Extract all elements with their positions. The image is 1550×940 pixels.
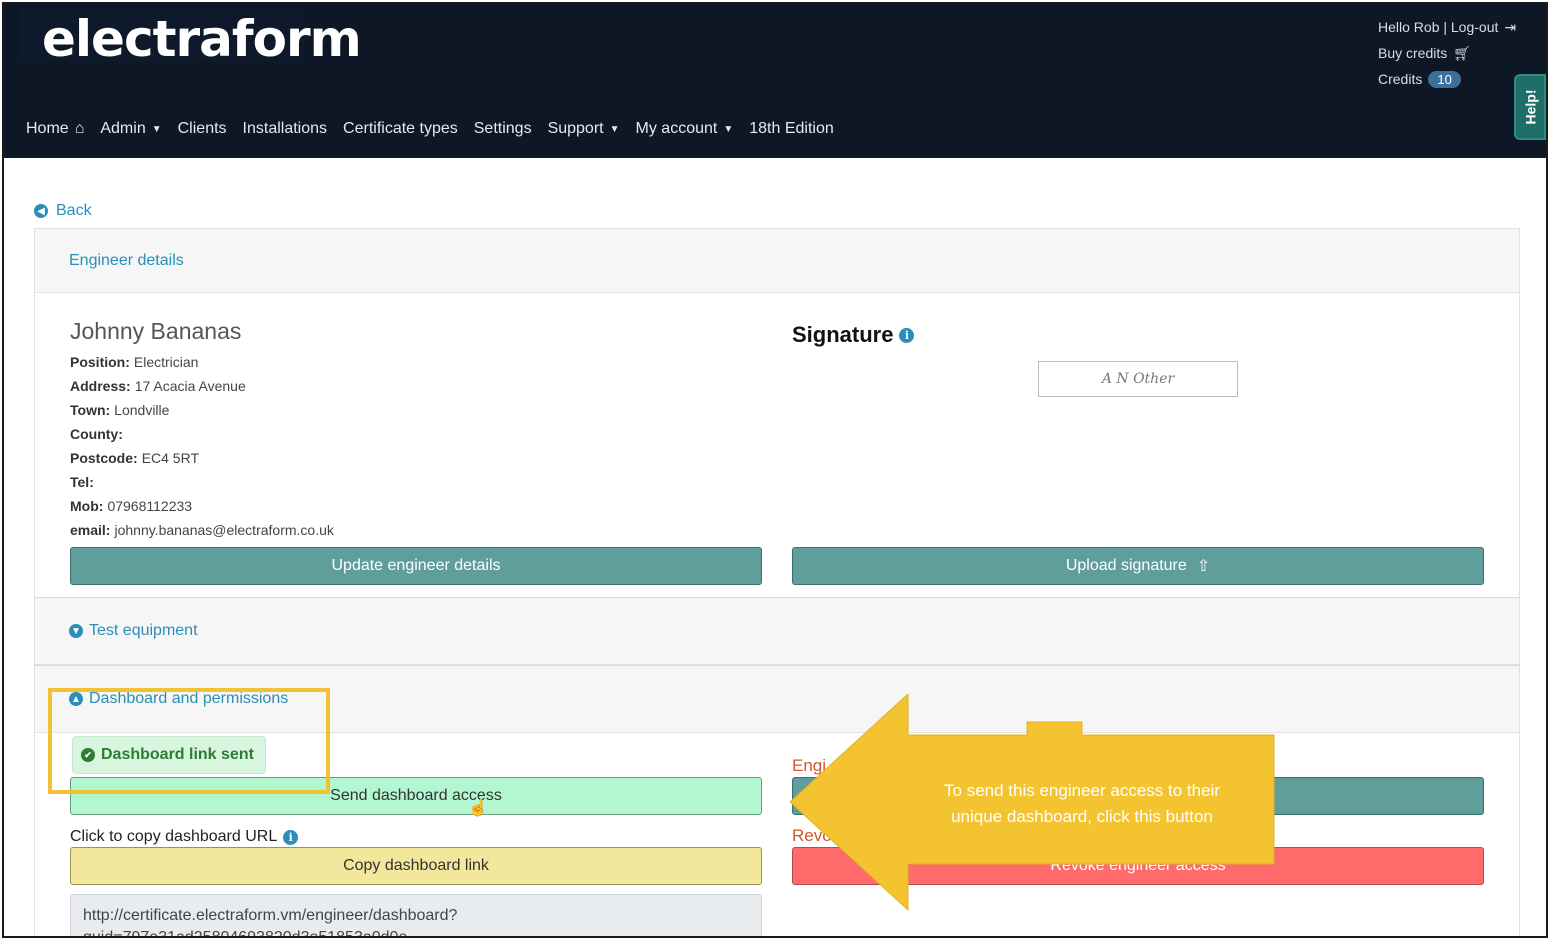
detail-tel: Tel: [70,470,334,494]
copy-url-text: Click to copy dashboard URL [70,828,278,845]
detail-label: email: [70,522,111,538]
logo-container[interactable]: electraform [20,6,362,68]
signature-title-text: Signature [792,322,894,347]
info-icon[interactable]: i [283,829,299,845]
engineer-details-header[interactable]: Engineer details [35,229,1519,293]
detail-value: 17 Acacia Avenue [134,378,246,394]
arrow-left-circle-icon: ◀ [34,204,48,218]
detail-label: Town: [70,402,111,418]
hand-cursor-icon: ☝ [468,800,488,817]
callout-text-line2: unique dashboard, click this button [951,807,1213,826]
help-tab[interactable]: Help! [1514,74,1546,140]
detail-label: Position: [70,354,130,370]
back-link[interactable]: ◀ Back [34,202,92,220]
nav-my-account[interactable]: My account ▼ [636,120,734,138]
detail-value: Londville [114,402,170,418]
home-icon: ⌂ [74,120,85,137]
nav-installations[interactable]: Installations [243,120,328,138]
back-label: Back [56,202,92,219]
test-equipment-title: Test equipment [89,622,198,639]
detail-postcode: Postcode: EC4 5RT [70,446,334,470]
detail-town: Town: Londville [70,398,334,422]
nav-support[interactable]: Support ▼ [548,120,620,138]
logout-icon: ⇥ [1504,18,1517,35]
nav-certificate-types[interactable]: Certificate types [343,120,458,138]
detail-label: Mob: [70,498,104,514]
nav-home-label: Home [26,120,69,137]
user-greeting-row[interactable]: Hello Rob | Log-out ⇥ [1378,14,1538,40]
button-label: Update engineer details [331,557,501,574]
greeting-text: Hello Rob | Log-out [1378,19,1499,35]
signature-title: Signature i [792,322,915,348]
main-nav: Home ⌂ Admin ▼ Clients Installations Certi… [26,120,834,138]
top-header: electraform Hello Rob | Log-out ⇥ Buy cr… [4,4,1546,158]
test-equipment-header[interactable]: ▼ Test equipment [35,597,1519,665]
caret-down-icon: ▼ [609,123,620,135]
nav-my-account-label: My account [635,120,718,137]
detail-value: Electrician [133,354,199,370]
help-tab-label: Help! [1522,89,1538,125]
info-icon[interactable]: i [899,327,915,343]
detail-county: County: [70,422,334,446]
upload-icon: ⇧ [1196,558,1211,575]
detail-label: County: [70,426,123,442]
buy-credits-link[interactable]: Buy credits 🛒︎ [1378,40,1538,66]
nav-admin[interactable]: Admin ▼ [100,120,161,138]
caret-down-icon: ▼ [151,123,162,135]
nav-settings[interactable]: Settings [474,120,532,138]
detail-label: Tel: [70,474,94,490]
caret-down-icon: ▼ [723,123,734,135]
detail-value: johnny.bananas@electraform.co.uk [114,522,334,538]
button-label: Upload signature [1065,557,1187,574]
upload-signature-button[interactable]: Upload signature ⇧ [792,547,1484,585]
nav-home[interactable]: Home ⌂ [26,120,84,138]
buy-credits-label: Buy credits [1378,45,1448,61]
nav-18th-edition[interactable]: 18th Edition [749,120,834,138]
engineer-details-title: Engineer details [69,251,184,269]
detail-mob: Mob: 07968112233 [70,494,334,518]
signature-handwriting: A N Other [1101,371,1175,387]
dashboard-url-field[interactable]: http://certificate.electraform.vm/engine… [70,894,762,936]
engineer-name: Johnny Bananas [70,318,242,344]
credits-badge: 10 [1428,70,1461,88]
nav-admin-label: Admin [100,120,146,137]
nav-support-label: Support [547,120,604,137]
button-label: Copy dashboard link [343,857,489,874]
update-engineer-details-button[interactable]: Update engineer details [70,547,762,585]
detail-address: Address: 17 Acacia Avenue [70,374,334,398]
highlight-box [48,688,330,794]
signature-image: A N Other [1038,361,1238,397]
copy-dashboard-link-button[interactable]: Copy dashboard link [70,847,762,885]
callout-arrow: To send this engineer access to their un… [790,694,1275,912]
credits-label: Credits [1378,71,1423,87]
detail-value: EC4 5RT [141,450,200,466]
detail-label: Postcode: [70,450,138,466]
nav-clients[interactable]: Clients [178,120,227,138]
detail-email: email: johnny.bananas@electraform.co.uk [70,518,334,542]
cart-icon: 🛒︎ [1453,44,1472,61]
engineer-details-list: Position: Electrician Address: 17 Acacia A… [70,350,334,542]
callout-text-line1: To send this engineer access to their [944,781,1220,800]
app-window: electraform Hello Rob | Log-out ⇥ Buy cr… [2,2,1548,938]
detail-position: Position: Electrician [70,350,334,374]
callout-arrow-shape [790,694,1275,912]
logo: electraform [42,10,362,68]
copy-dashboard-url-label: Click to copy dashboard URL i [70,828,299,846]
detail-label: Address: [70,378,131,394]
arrow-down-circle-icon: ▼ [69,624,83,638]
detail-value: 07968112233 [107,498,193,514]
